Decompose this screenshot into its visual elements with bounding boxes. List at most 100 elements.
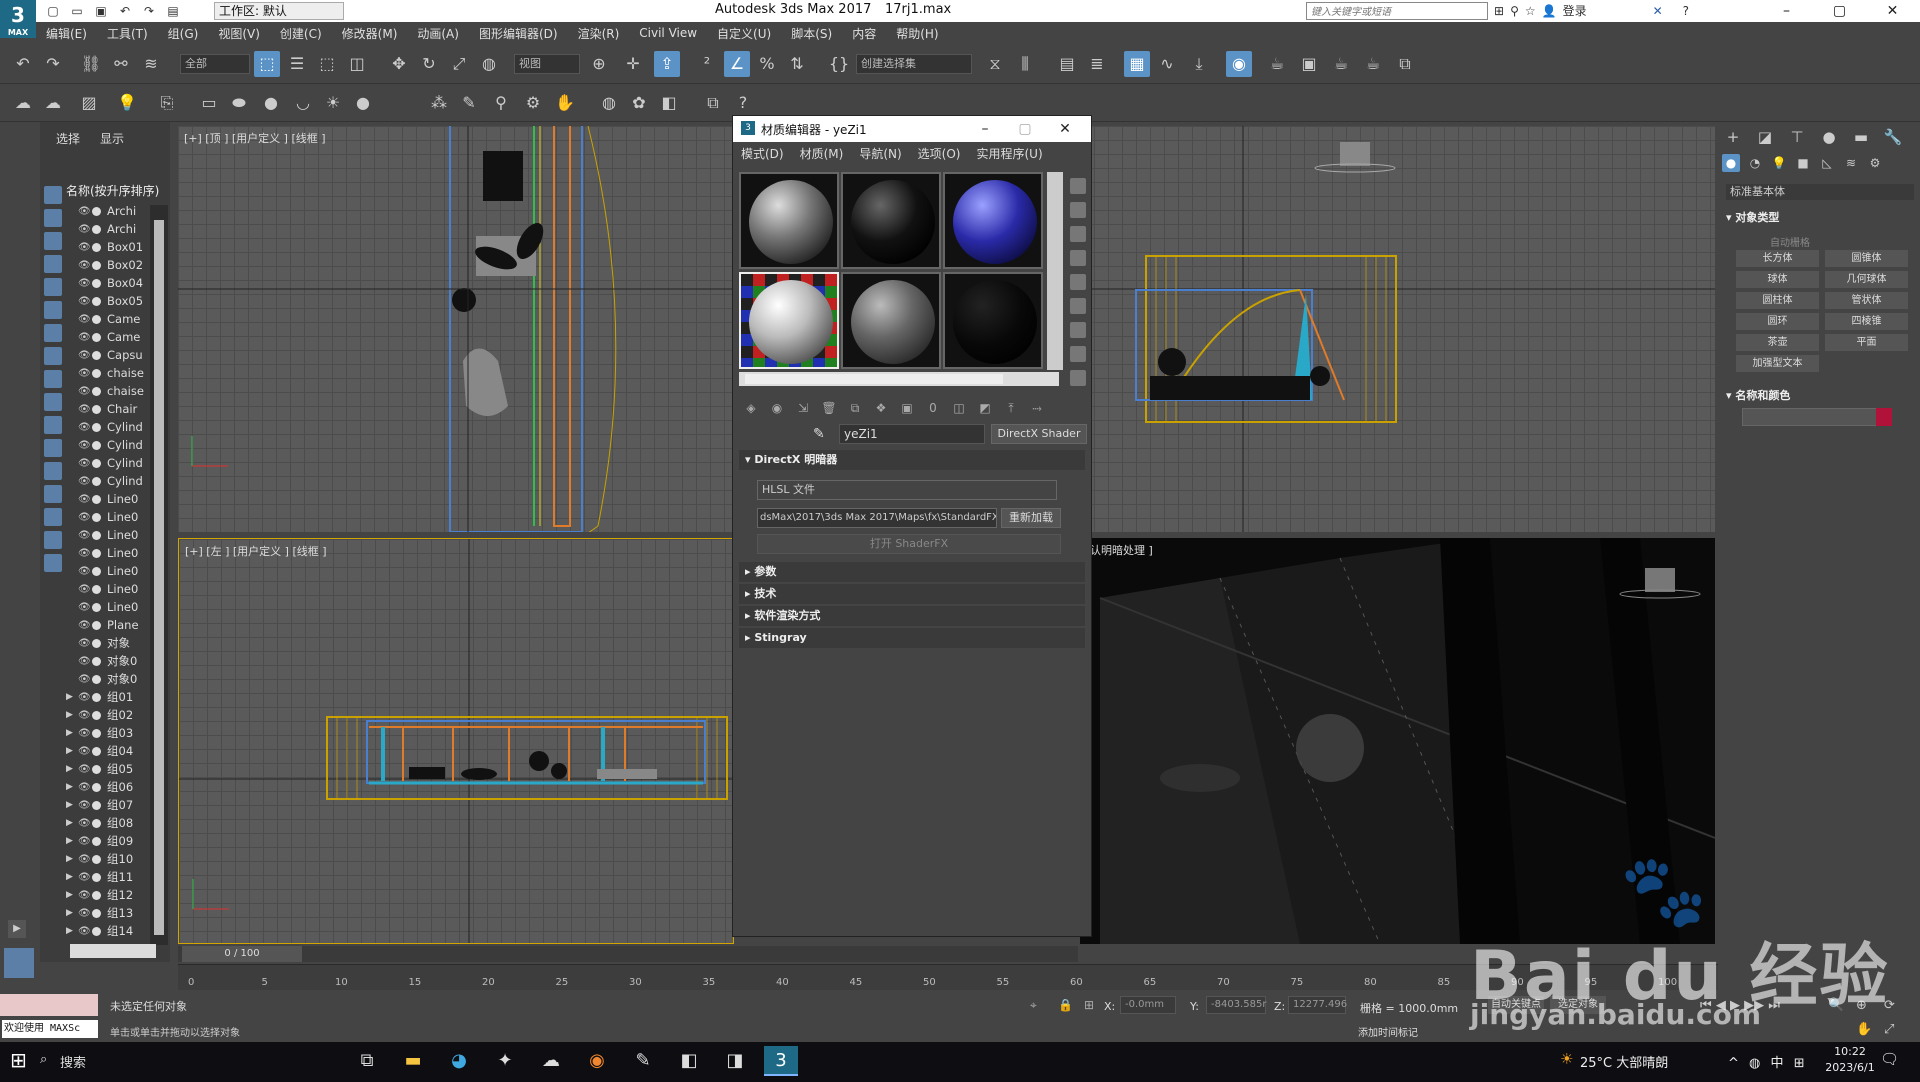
eye-icon[interactable]: 👁 — [78, 224, 92, 235]
show-shaded-icon[interactable]: ◫ — [949, 398, 969, 418]
renderable-dot-icon[interactable] — [92, 548, 101, 558]
maxscript-listener-mini[interactable] — [0, 994, 98, 1016]
renderable-dot-icon[interactable] — [92, 782, 101, 792]
slots-vscrollbar[interactable] — [1047, 172, 1063, 370]
filter-lights-icon[interactable] — [44, 232, 62, 250]
cylinder-button[interactable]: 圆柱体 — [1736, 292, 1819, 309]
eye-icon[interactable]: 👁 — [78, 494, 92, 505]
renderable-dot-icon[interactable] — [92, 800, 101, 810]
renderable-dot-icon[interactable] — [92, 602, 101, 612]
palette-icon[interactable]: ✿ — [626, 90, 652, 116]
snaps-toggle-icon[interactable]: ² — [694, 51, 720, 77]
video-color-check-icon[interactable] — [1070, 274, 1086, 290]
me-menu-modes[interactable]: 模式(D) — [733, 145, 792, 162]
eye-icon[interactable]: 👁 — [78, 674, 92, 685]
undo-icon[interactable]: ↶ — [116, 3, 134, 19]
renderable-dot-icon[interactable] — [92, 278, 101, 288]
renderable-dot-icon[interactable] — [92, 296, 101, 306]
dialog-maximize-icon[interactable]: ▢ — [1005, 118, 1045, 140]
renderable-dot-icon[interactable] — [92, 764, 101, 774]
time-slider-thumb[interactable]: 0 / 100 — [182, 946, 302, 962]
reset-map-icon[interactable]: 🗑 — [819, 398, 839, 418]
move-icon[interactable]: ✥ — [386, 51, 412, 77]
particles-icon[interactable]: ⁂ — [426, 90, 452, 116]
star-icon[interactable]: ☆ — [1525, 4, 1536, 18]
filter-xrefs-icon[interactable] — [44, 347, 62, 365]
gear-icon[interactable]: ⚙ — [520, 90, 546, 116]
renderable-dot-icon[interactable] — [92, 350, 101, 360]
tray-chevron-icon[interactable]: ^ — [1728, 1056, 1739, 1071]
background-icon[interactable] — [1070, 226, 1086, 242]
eye-icon[interactable]: 👁 — [78, 422, 92, 433]
rollout-software-render[interactable]: ▸ 软件渲染方式 — [739, 606, 1085, 626]
globe-icon[interactable]: ◍ — [596, 90, 622, 116]
eye-icon[interactable]: 👁 — [78, 296, 92, 307]
menu-animation[interactable]: 动画(A) — [407, 25, 469, 42]
sample-slot-active[interactable] — [739, 272, 839, 369]
filter-layer-icon[interactable] — [44, 554, 62, 572]
cone-button[interactable]: 圆锥体 — [1825, 250, 1908, 267]
torus-button[interactable]: 圆环 — [1736, 313, 1819, 330]
select-object-icon[interactable]: ⬚ — [254, 51, 280, 77]
filter-all-icon[interactable] — [44, 462, 62, 480]
app-logo[interactable]: 3 MAX — [0, 0, 36, 38]
renderable-dot-icon[interactable] — [92, 476, 101, 486]
pyramid-button[interactable]: 四棱锥 — [1825, 313, 1908, 330]
expand-arrow-icon[interactable]: ▶ — [66, 728, 78, 738]
box-button[interactable]: 长方体 — [1736, 250, 1819, 267]
renderable-dot-icon[interactable] — [92, 332, 101, 342]
cloud-outline-icon[interactable]: ☁ — [40, 90, 66, 116]
sample-slot[interactable] — [943, 172, 1043, 269]
place-icon[interactable]: ◍ — [476, 51, 502, 77]
viewport-layout-icon[interactable] — [4, 948, 34, 978]
rendered-frame-window-icon[interactable]: ▣ — [1296, 51, 1322, 77]
expand-arrow-icon[interactable]: ▶ — [66, 872, 78, 882]
layer-explorer-icon[interactable]: ≣ — [1084, 51, 1110, 77]
unlink-icon[interactable]: ⚯ — [108, 51, 134, 77]
task-view-icon[interactable]: ⧉ — [350, 1046, 384, 1076]
eye-icon[interactable]: 👁 — [78, 728, 92, 739]
input-language[interactable]: 中 — [1771, 1056, 1784, 1071]
tab-display[interactable]: 显示 — [100, 130, 124, 147]
filter-hidden-icon[interactable] — [44, 439, 62, 457]
taskbar-clock[interactable]: 10:22 2023/6/1 — [1815, 1044, 1885, 1076]
me-menu-options[interactable]: 选项(O) — [910, 145, 969, 162]
menu-group[interactable]: 组(G) — [158, 25, 209, 42]
renderable-dot-icon[interactable] — [92, 242, 101, 252]
taskbar-search[interactable]: 搜索 — [60, 1052, 86, 1071]
sample-slot[interactable] — [739, 172, 839, 269]
sample-type-icon[interactable] — [1070, 178, 1086, 194]
rollout-directx-shader[interactable]: ▾ DirectX 明暗器 — [739, 450, 1085, 470]
hierarchy-tab-icon[interactable]: ⊤ — [1786, 126, 1808, 148]
eye-icon[interactable]: 👁 — [78, 908, 92, 919]
eye-icon[interactable]: 👁 — [78, 890, 92, 901]
select-manipulate-icon[interactable]: ✛ — [620, 51, 646, 77]
expand-arrow-icon[interactable]: ▶ — [66, 818, 78, 828]
assign-to-selection-icon[interactable]: ⇲ — [793, 398, 813, 418]
eye-icon[interactable]: 👁 — [78, 242, 92, 253]
open-file-icon[interactable]: ▭ — [68, 3, 86, 19]
mound-icon[interactable]: ⬬ — [226, 90, 252, 116]
renderable-dot-icon[interactable] — [92, 584, 101, 594]
rollout-object-type[interactable]: ▾ 对象类型 — [1726, 210, 1914, 226]
display-tab-icon[interactable]: ▬ — [1850, 126, 1872, 148]
eye-icon[interactable]: 👁 — [78, 512, 92, 523]
sun-icon[interactable]: ☀ — [320, 90, 346, 116]
layer-icon[interactable]: ⧉ — [700, 90, 726, 116]
login-link[interactable]: 登录 — [1563, 2, 1587, 19]
renderable-dot-icon[interactable] — [92, 458, 101, 468]
curve-editor-icon[interactable]: ∿ — [1154, 51, 1180, 77]
menu-modifiers[interactable]: 修改器(M) — [332, 25, 408, 42]
renderable-dot-icon[interactable] — [92, 386, 101, 396]
renderable-dot-icon[interactable] — [92, 404, 101, 414]
backlight-icon[interactable] — [1070, 202, 1086, 218]
maximize-icon[interactable]: ▢ — [1813, 0, 1866, 22]
material-type-button[interactable]: DirectX Shader — [991, 424, 1087, 444]
lock-icon[interactable]: 🔒 — [1058, 998, 1073, 1012]
menu-create[interactable]: 创建(C) — [270, 25, 332, 42]
render-iterative-icon[interactable]: ☕ — [1360, 51, 1386, 77]
eye-icon[interactable]: 👁 — [78, 854, 92, 865]
minimize-icon[interactable]: – — [1760, 0, 1813, 22]
close-icon[interactable]: ✕ — [1866, 0, 1919, 22]
align-icon[interactable]: ⫼ — [1012, 51, 1038, 77]
